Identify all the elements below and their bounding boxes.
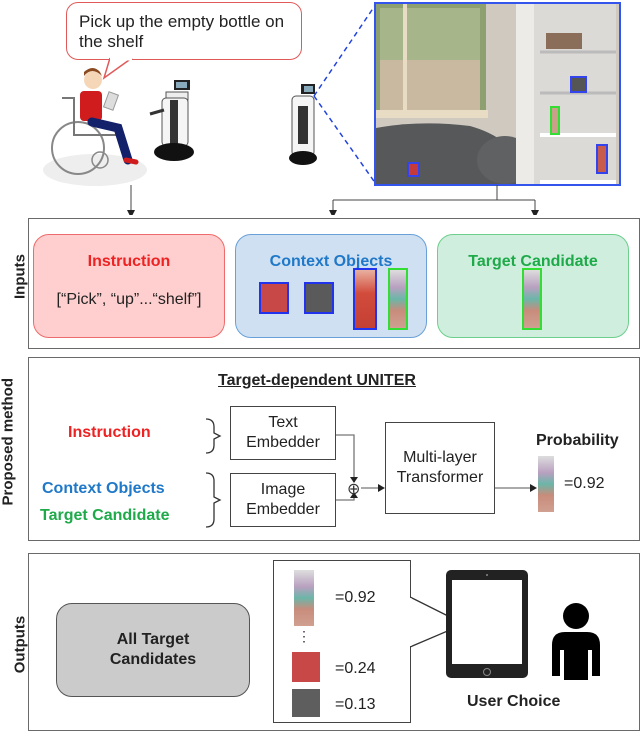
instruction-title: Instruction: [87, 253, 171, 270]
brace-icon: [205, 418, 222, 454]
ranking-ellipsis: ⋮: [297, 628, 311, 644]
context-object-red-cup: [259, 282, 289, 314]
brace-icon: [205, 472, 222, 528]
view-line: [313, 95, 377, 185]
bbox-target: [550, 106, 560, 135]
person-icon: [552, 603, 600, 680]
probability-value: =0.92: [564, 475, 605, 492]
camera-view-image: [374, 2, 621, 186]
method-section-label: Proposed method: [0, 377, 17, 506]
target-candidate-bottle: [522, 268, 542, 330]
sum-operator-icon: ⊕: [347, 481, 361, 498]
instruction-card: Instruction [“Pick”, “up”...“shelf”]: [33, 234, 225, 338]
ranking-value-2: =0.13: [335, 696, 376, 713]
robot-icon: [289, 84, 317, 165]
probability-bottle-thumb: [538, 456, 554, 512]
tablet-icon: [446, 570, 528, 678]
instruction-tokens: [“Pick”, “up”...“shelf”]: [56, 291, 202, 308]
bbox-context: [407, 162, 420, 177]
user-choice-label: User Choice: [467, 693, 561, 710]
inputs-section-label: Inputs: [11, 254, 29, 299]
outputs-section-label: Outputs: [11, 615, 29, 674]
context-object-bottle: [388, 268, 408, 330]
context-object-ketchup-bottle: [353, 268, 377, 330]
ranking-red-cup-thumb: [292, 652, 320, 682]
ranking-tissue-box-thumb: [292, 689, 320, 717]
wheelchair-user-icon: [43, 68, 147, 186]
ranking-value-1: =0.24: [335, 660, 376, 677]
scene-illustration: [43, 2, 621, 215]
view-line: [313, 3, 377, 97]
ranking-value-0: =0.92: [335, 589, 376, 606]
probability-label: Probability: [536, 432, 619, 449]
ranking-bottle-thumb: [294, 570, 314, 626]
all-target-candidates-box: All Target Candidates: [56, 603, 250, 697]
bbox-context: [570, 76, 587, 93]
robot-icon: [149, 80, 194, 161]
speech-bubble-tail: [102, 57, 133, 80]
bbox-context: [596, 144, 608, 174]
context-object-tissue-box: [304, 282, 334, 314]
